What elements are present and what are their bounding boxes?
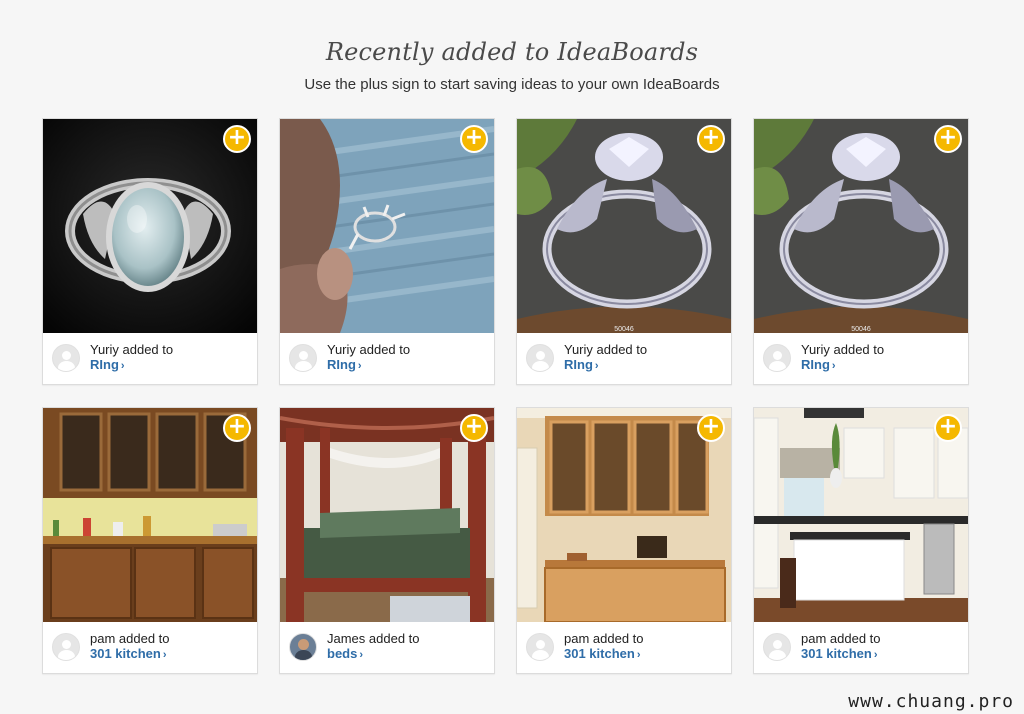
added-by-text: Yuriy added to <box>90 342 174 357</box>
added-by-text: pam added to <box>564 631 644 646</box>
idea-card[interactable]: + James added to beds › <box>279 407 495 674</box>
add-to-ideaboard-button[interactable]: + <box>223 414 251 442</box>
chevron-right-icon: › <box>120 360 125 372</box>
idea-card[interactable]: 50046 + Yuriy added to RIng › <box>753 118 969 385</box>
idea-card[interactable]: + pam added to 301 kitchen › <box>516 407 732 674</box>
add-to-ideaboard-button[interactable]: + <box>697 125 725 153</box>
card-meta: Yuriy added to RIng › <box>754 332 968 384</box>
chevron-right-icon: › <box>873 649 878 661</box>
board-link[interactable]: RIng › <box>801 357 884 374</box>
add-to-ideaboard-button[interactable]: + <box>934 125 962 153</box>
idea-card[interactable]: + pam added to 301 kitchen › <box>753 407 969 674</box>
card-meta: Yuriy added to RIng › <box>43 332 257 384</box>
chevron-right-icon: › <box>162 649 167 661</box>
default-avatar[interactable] <box>763 344 791 372</box>
board-name: RIng <box>90 357 119 372</box>
board-link[interactable]: 301 kitchen › <box>564 646 644 663</box>
ring-setting-photo[interactable]: + <box>280 119 494 333</box>
board-name: RIng <box>801 357 830 372</box>
board-link[interactable]: RIng › <box>564 357 647 374</box>
board-name: 301 kitchen <box>90 646 161 661</box>
default-avatar[interactable] <box>526 344 554 372</box>
card-meta: pam added to 301 kitchen › <box>754 621 968 673</box>
card-meta: Yuriy added to RIng › <box>280 332 494 384</box>
board-name: RIng <box>327 357 356 372</box>
add-to-ideaboard-button[interactable]: + <box>460 125 488 153</box>
jade-ring-photo[interactable]: + <box>43 119 257 333</box>
canopy-bed-photo[interactable]: + <box>280 408 494 622</box>
default-avatar[interactable] <box>52 633 80 661</box>
idea-card[interactable]: 50046 + Yuriy added to RIng › <box>516 118 732 385</box>
page-subtitle: Use the plus sign to start saving ideas … <box>304 76 720 93</box>
idea-card[interactable]: + pam added to 301 kitchen › <box>42 407 258 674</box>
glass-cabinet-photo[interactable]: + <box>517 408 731 622</box>
user-photo-avatar[interactable] <box>289 633 317 661</box>
default-avatar[interactable] <box>52 344 80 372</box>
board-link[interactable]: RIng › <box>327 357 410 374</box>
board-name: beds <box>327 646 358 661</box>
chevron-right-icon: › <box>357 360 362 372</box>
board-link[interactable]: 301 kitchen › <box>90 646 170 663</box>
added-by-text: James added to <box>327 631 420 646</box>
chevron-right-icon: › <box>831 360 836 372</box>
chevron-right-icon: › <box>594 360 599 372</box>
ideaboard-grid: + Yuriy added to RIng › + Yuriy added to… <box>42 118 969 674</box>
chevron-right-icon: › <box>636 649 641 661</box>
card-meta: pam added to 301 kitchen › <box>43 621 257 673</box>
wood-cabinets-photo[interactable]: + <box>43 408 257 622</box>
diamond-ring-photo[interactable]: 50046 + <box>517 119 731 333</box>
board-name: RIng <box>564 357 593 372</box>
added-by-text: Yuriy added to <box>801 342 885 357</box>
card-meta: Yuriy added to RIng › <box>517 332 731 384</box>
board-link[interactable]: RIng › <box>90 357 173 374</box>
chevron-right-icon: › <box>359 649 364 661</box>
board-name: 301 kitchen <box>564 646 635 661</box>
idea-card[interactable]: + Yuriy added to RIng › <box>279 118 495 385</box>
watermark: www.chuang.pro <box>844 691 1018 712</box>
board-link[interactable]: 301 kitchen › <box>801 646 881 663</box>
default-avatar[interactable] <box>763 633 791 661</box>
add-to-ideaboard-button[interactable]: + <box>460 414 488 442</box>
add-to-ideaboard-button[interactable]: + <box>697 414 725 442</box>
added-by-text: pam added to <box>90 631 170 646</box>
board-link[interactable]: beds › <box>327 646 420 663</box>
card-meta: pam added to 301 kitchen › <box>517 621 731 673</box>
diamond-ring-photo[interactable]: 50046 + <box>754 119 968 333</box>
added-by-text: Yuriy added to <box>327 342 411 357</box>
add-to-ideaboard-button[interactable]: + <box>223 125 251 153</box>
idea-card[interactable]: + Yuriy added to RIng › <box>42 118 258 385</box>
added-by-text: Yuriy added to <box>564 342 648 357</box>
default-avatar[interactable] <box>289 344 317 372</box>
kitchen-island-photo[interactable]: + <box>754 408 968 622</box>
add-to-ideaboard-button[interactable]: + <box>934 414 962 442</box>
board-name: 301 kitchen <box>801 646 872 661</box>
header: Recently added to IdeaBoards Use the plu… <box>0 0 1024 93</box>
default-avatar[interactable] <box>526 633 554 661</box>
added-by-text: pam added to <box>801 631 881 646</box>
page-title: Recently added to IdeaBoards <box>325 38 699 66</box>
card-meta: James added to beds › <box>280 621 494 673</box>
